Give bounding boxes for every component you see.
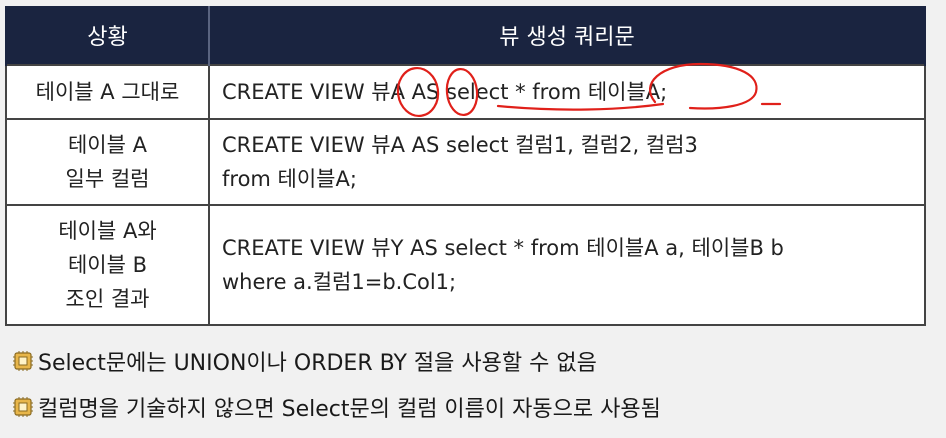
note-text: 컬럼명을 기술하지 않으면 Select문의 컬럼 이름이 자동으로 사용됨 — [38, 397, 661, 422]
situation-cell: 테이블 A 그대로 — [5, 64, 210, 120]
query-line: from 테이블A; — [222, 167, 357, 191]
query-line: CREATE VIEW 뷰A AS select 컬럼1, 컬럼2, 컬럼3 — [222, 133, 698, 157]
situation-line: 테이블 A와 — [58, 219, 157, 243]
situation-line: 일부 컬럼 — [65, 167, 150, 191]
query-cell: CREATE VIEW 뷰A AS select 컬럼1, 컬럼2, 컬럼3 f… — [208, 118, 926, 206]
header-query: 뷰 생성 쿼리문 — [208, 6, 926, 65]
query-cell: CREATE VIEW 뷰A AS select * from 테이블A; — [208, 64, 926, 120]
query-cell: CREATE VIEW 뷰Y AS select * from 테이블A a, … — [208, 204, 926, 326]
notes-list: Select문에는 UNION이나 ORDER BY 절을 사용할 수 없음 컬… — [12, 338, 932, 430]
situation-line: 테이블 B — [67, 253, 148, 277]
situation-line: 테이블 A 그대로 — [35, 80, 180, 104]
view-creation-table: 상황 뷰 생성 쿼리문 테이블 A 그대로 CREATE VIEW 뷰A AS … — [5, 6, 926, 326]
chip-bullet-icon — [13, 351, 33, 371]
situation-cell: 테이블 A와 테이블 B 조인 결과 — [5, 204, 210, 326]
situation-line: 테이블 A — [67, 133, 147, 157]
header-situation: 상황 — [5, 6, 210, 65]
table-header-row: 상황 뷰 생성 쿼리문 — [5, 6, 926, 65]
query-line: CREATE VIEW 뷰Y AS select * from 테이블A a, … — [222, 236, 784, 260]
note-item: Select문에는 UNION이나 ORDER BY 절을 사용할 수 없음 — [12, 338, 932, 384]
situation-line: 조인 결과 — [65, 287, 150, 311]
query-line: CREATE VIEW 뷰A AS select * from 테이블A; — [222, 80, 668, 104]
query-line: where a.컬럼1=b.Col1; — [222, 270, 457, 294]
note-item: 컬럼명을 기술하지 않으면 Select문의 컬럼 이름이 자동으로 사용됨 — [12, 384, 932, 430]
chip-bullet-icon — [13, 397, 33, 417]
table-row: 테이블 A 그대로 CREATE VIEW 뷰A AS select * fro… — [5, 64, 926, 120]
slide: 상황 뷰 생성 쿼리문 테이블 A 그대로 CREATE VIEW 뷰A AS … — [0, 0, 946, 438]
situation-cell: 테이블 A 일부 컬럼 — [5, 118, 210, 206]
note-text: Select문에는 UNION이나 ORDER BY 절을 사용할 수 없음 — [38, 351, 597, 376]
table-row: 테이블 A 일부 컬럼 CREATE VIEW 뷰A AS select 컬럼1… — [5, 118, 926, 206]
table-row: 테이블 A와 테이블 B 조인 결과 CREATE VIEW 뷰Y AS sel… — [5, 204, 926, 326]
